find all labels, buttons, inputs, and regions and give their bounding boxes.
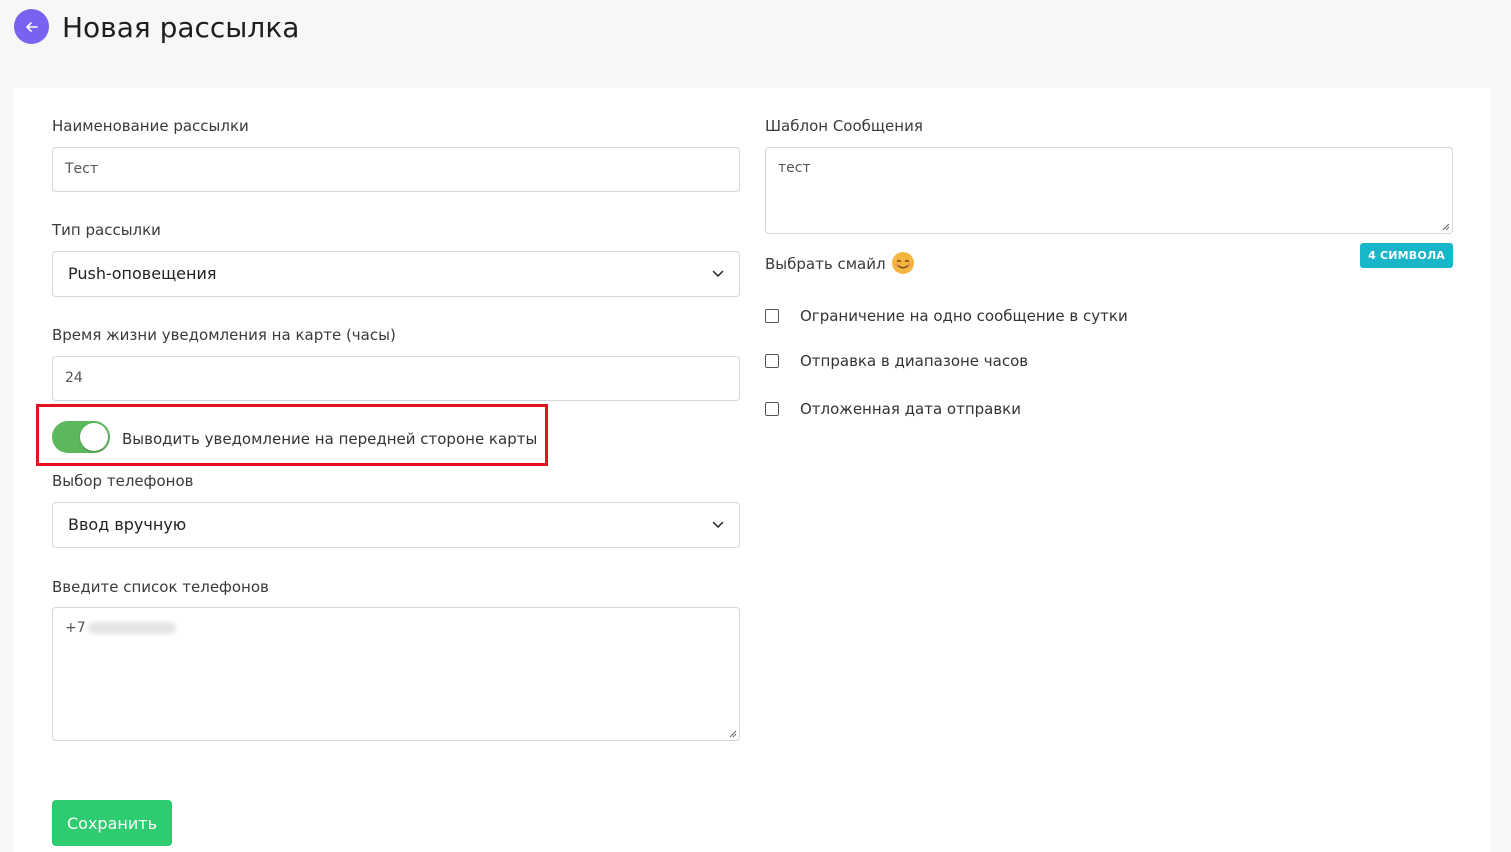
checkbox-row-hours-range[interactable]: Отправка в диапазоне часов — [765, 350, 1028, 372]
template-textarea[interactable]: тест — [765, 147, 1453, 234]
front-side-toggle-label: Выводить уведомление на передней стороне… — [122, 430, 538, 448]
phones-list-textarea[interactable]: +7 — [52, 607, 740, 741]
back-button[interactable] — [14, 9, 49, 44]
redacted-phone — [87, 622, 176, 634]
template-label: Шаблон Сообщения — [765, 117, 923, 135]
template-text: тест — [778, 160, 811, 176]
resize-grip-icon[interactable] — [728, 729, 737, 738]
resize-grip-icon[interactable] — [1441, 222, 1450, 231]
checkbox-delayed-date[interactable] — [765, 402, 779, 416]
char-counter-badge: 4 СИМВОЛА — [1360, 243, 1453, 268]
checkbox-row-delayed-date[interactable]: Отложенная дата отправки — [765, 398, 1021, 420]
checkbox-daily-limit-label: Ограничение на одно сообщение в сутки — [800, 307, 1128, 325]
type-select-value: Push-оповещения — [68, 264, 217, 283]
phones-mode-label: Выбор телефонов — [52, 472, 194, 490]
checkbox-hours-range-label: Отправка в диапазоне часов — [800, 352, 1029, 370]
phones-mode-value: Ввод вручную — [68, 515, 187, 534]
name-input[interactable]: Тест — [52, 147, 740, 192]
name-label: Наименование рассылки — [52, 117, 249, 135]
phones-list-prefix: +7 — [65, 620, 86, 636]
chevron-down-icon — [712, 270, 724, 278]
arrow-left-icon — [25, 21, 38, 32]
ttl-label: Время жизни уведомления на карте (часы) — [52, 326, 396, 344]
phones-list-label: Введите список телефонов — [52, 578, 269, 596]
front-side-toggle[interactable] — [52, 421, 110, 453]
checkbox-row-daily-limit[interactable]: Ограничение на одно сообщение в сутки — [765, 305, 1128, 327]
toggle-knob — [80, 423, 108, 451]
checkbox-delayed-date-label: Отложенная дата отправки — [800, 400, 1021, 418]
type-label: Тип рассылки — [52, 221, 161, 239]
ttl-input[interactable]: 24 — [52, 356, 740, 401]
smile-emoji-icon[interactable] — [891, 251, 915, 275]
chevron-down-icon — [712, 521, 724, 529]
checkbox-daily-limit[interactable] — [765, 309, 779, 323]
emoji-label: Выбрать смайл — [765, 255, 886, 273]
phones-mode-select[interactable]: Ввод вручную — [52, 502, 740, 548]
checkbox-hours-range[interactable] — [765, 354, 779, 368]
type-select[interactable]: Push-оповещения — [52, 251, 740, 297]
form-card: Наименование рассылки Тест Тип рассылки … — [14, 88, 1490, 852]
save-button[interactable]: Сохранить — [52, 800, 172, 846]
page-title: Новая рассылка — [62, 11, 300, 44]
